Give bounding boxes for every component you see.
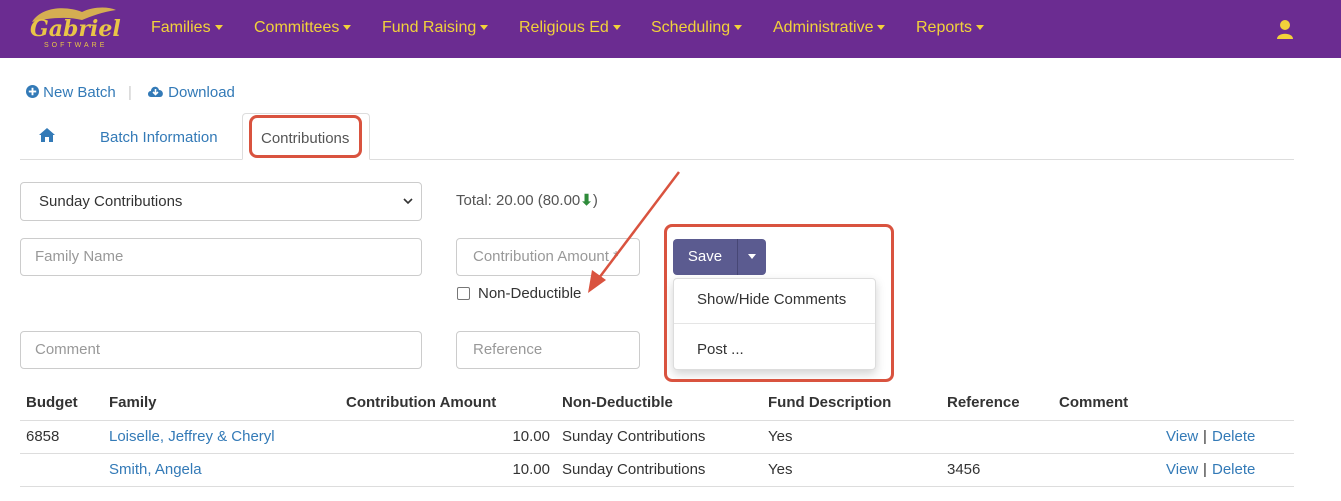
nav-reports[interactable]: Reports: [916, 19, 985, 37]
reference-placeholder: Reference: [473, 341, 543, 358]
delete-link[interactable]: Delete: [1212, 428, 1255, 445]
plus-circle-icon: [26, 85, 39, 98]
new-batch-link[interactable]: New Batch: [26, 84, 116, 101]
gabriel-logo[interactable]: Gabriel SOFTWARE: [22, 4, 121, 54]
tab-label: Batch Information: [100, 129, 218, 146]
link-separator: |: [128, 84, 132, 101]
caret-down-icon: [734, 25, 743, 31]
nav-label: Families: [151, 19, 211, 36]
comment-field[interactable]: Comment: [20, 331, 422, 369]
cell-fund: Sunday Contributions: [562, 428, 706, 445]
col-header-non-deductible: Non-Deductible: [562, 394, 673, 411]
cell-fund: Sunday Contributions: [562, 461, 706, 478]
view-link[interactable]: View: [1166, 428, 1198, 445]
non-deductible-label: Non-Deductible: [478, 285, 582, 302]
family-name-placeholder: Family Name: [35, 248, 124, 265]
caret-down-icon: [480, 25, 489, 31]
cell-amount: 10.00: [512, 461, 550, 478]
cell-family-link[interactable]: Smith, Angela: [109, 461, 202, 478]
nav-scheduling[interactable]: Scheduling: [651, 19, 743, 37]
highlight-box-save: [664, 224, 894, 382]
col-header-contribution-amount: Contribution Amount: [346, 394, 497, 411]
caret-down-icon: [612, 25, 621, 31]
cell-family-link[interactable]: Loiselle, Jeffrey & Cheryl: [109, 428, 275, 445]
comment-placeholder: Comment: [35, 341, 101, 358]
logo-subtext: SOFTWARE: [44, 42, 108, 49]
col-header-fund-description: Fund Description: [768, 394, 892, 411]
nav-families[interactable]: Families: [151, 19, 223, 37]
caret-down-icon: [877, 25, 886, 31]
non-deductible-checkbox[interactable]: [457, 287, 470, 300]
cell-non-deductible: Yes: [768, 428, 793, 445]
nav-religious-ed[interactable]: Religious Ed: [519, 19, 621, 37]
caret-down-icon: [343, 25, 352, 31]
caret-down-icon: [214, 25, 223, 31]
link-separator: |: [1203, 461, 1207, 478]
total-text: Total: 20.00 (80.00: [456, 192, 581, 209]
home-icon: [39, 128, 55, 142]
nav-label: Administrative: [773, 19, 874, 36]
row-divider: [20, 486, 1294, 487]
nav-committees[interactable]: Committees: [254, 19, 352, 37]
tab-home[interactable]: [38, 113, 56, 160]
cloud-download-icon: [148, 86, 163, 97]
col-header-budget: Budget: [26, 394, 78, 411]
col-header-comment: Comment: [1059, 394, 1129, 411]
download-label: Download: [168, 84, 235, 101]
nav-label: Fund Raising: [382, 19, 477, 36]
download-link[interactable]: Download: [147, 84, 235, 101]
reference-field[interactable]: Reference: [456, 331, 640, 369]
nav-fund-raising[interactable]: Fund Raising: [382, 19, 489, 37]
cell-budget: 6858: [26, 428, 60, 445]
nav-administrative[interactable]: Administrative: [773, 19, 886, 37]
nav-label: Religious Ed: [519, 19, 609, 36]
highlight-box-tab: [249, 115, 362, 158]
col-header-family: Family: [109, 394, 157, 411]
caret-down-icon: [976, 25, 985, 31]
cell-non-deductible: Yes: [768, 461, 793, 478]
cell-reference: 3456: [947, 461, 981, 478]
logo-text: Gabriel: [30, 16, 121, 42]
annotation-arrow-icon: [588, 171, 680, 293]
nav-label: Committees: [254, 19, 340, 36]
table-header-divider: [20, 420, 1294, 421]
top-navbar: Gabriel SOFTWARE Families Committees Fun…: [0, 0, 1341, 58]
tabs-divider: [370, 159, 1294, 160]
new-batch-label: New Batch: [43, 84, 116, 101]
nav-label: Reports: [916, 19, 973, 36]
cell-amount: 10.00: [512, 428, 550, 445]
delete-link[interactable]: Delete: [1212, 461, 1255, 478]
link-separator: |: [1203, 428, 1207, 445]
view-link[interactable]: View: [1166, 461, 1198, 478]
chevron-down-icon: [403, 198, 413, 205]
family-name-field[interactable]: Family Name: [20, 238, 422, 276]
fund-select-value: Sunday Contributions: [39, 193, 183, 210]
tabs-divider: [20, 159, 242, 160]
user-icon[interactable]: [1276, 19, 1294, 39]
row-divider: [20, 453, 1294, 454]
tab-batch-information[interactable]: Batch Information: [100, 113, 218, 160]
batch-total: Total: 20.00 (80.00⬇): [456, 191, 598, 209]
nav-label: Scheduling: [651, 19, 731, 36]
fund-select[interactable]: Sunday Contributions: [20, 182, 422, 221]
col-header-reference: Reference: [947, 394, 1020, 411]
